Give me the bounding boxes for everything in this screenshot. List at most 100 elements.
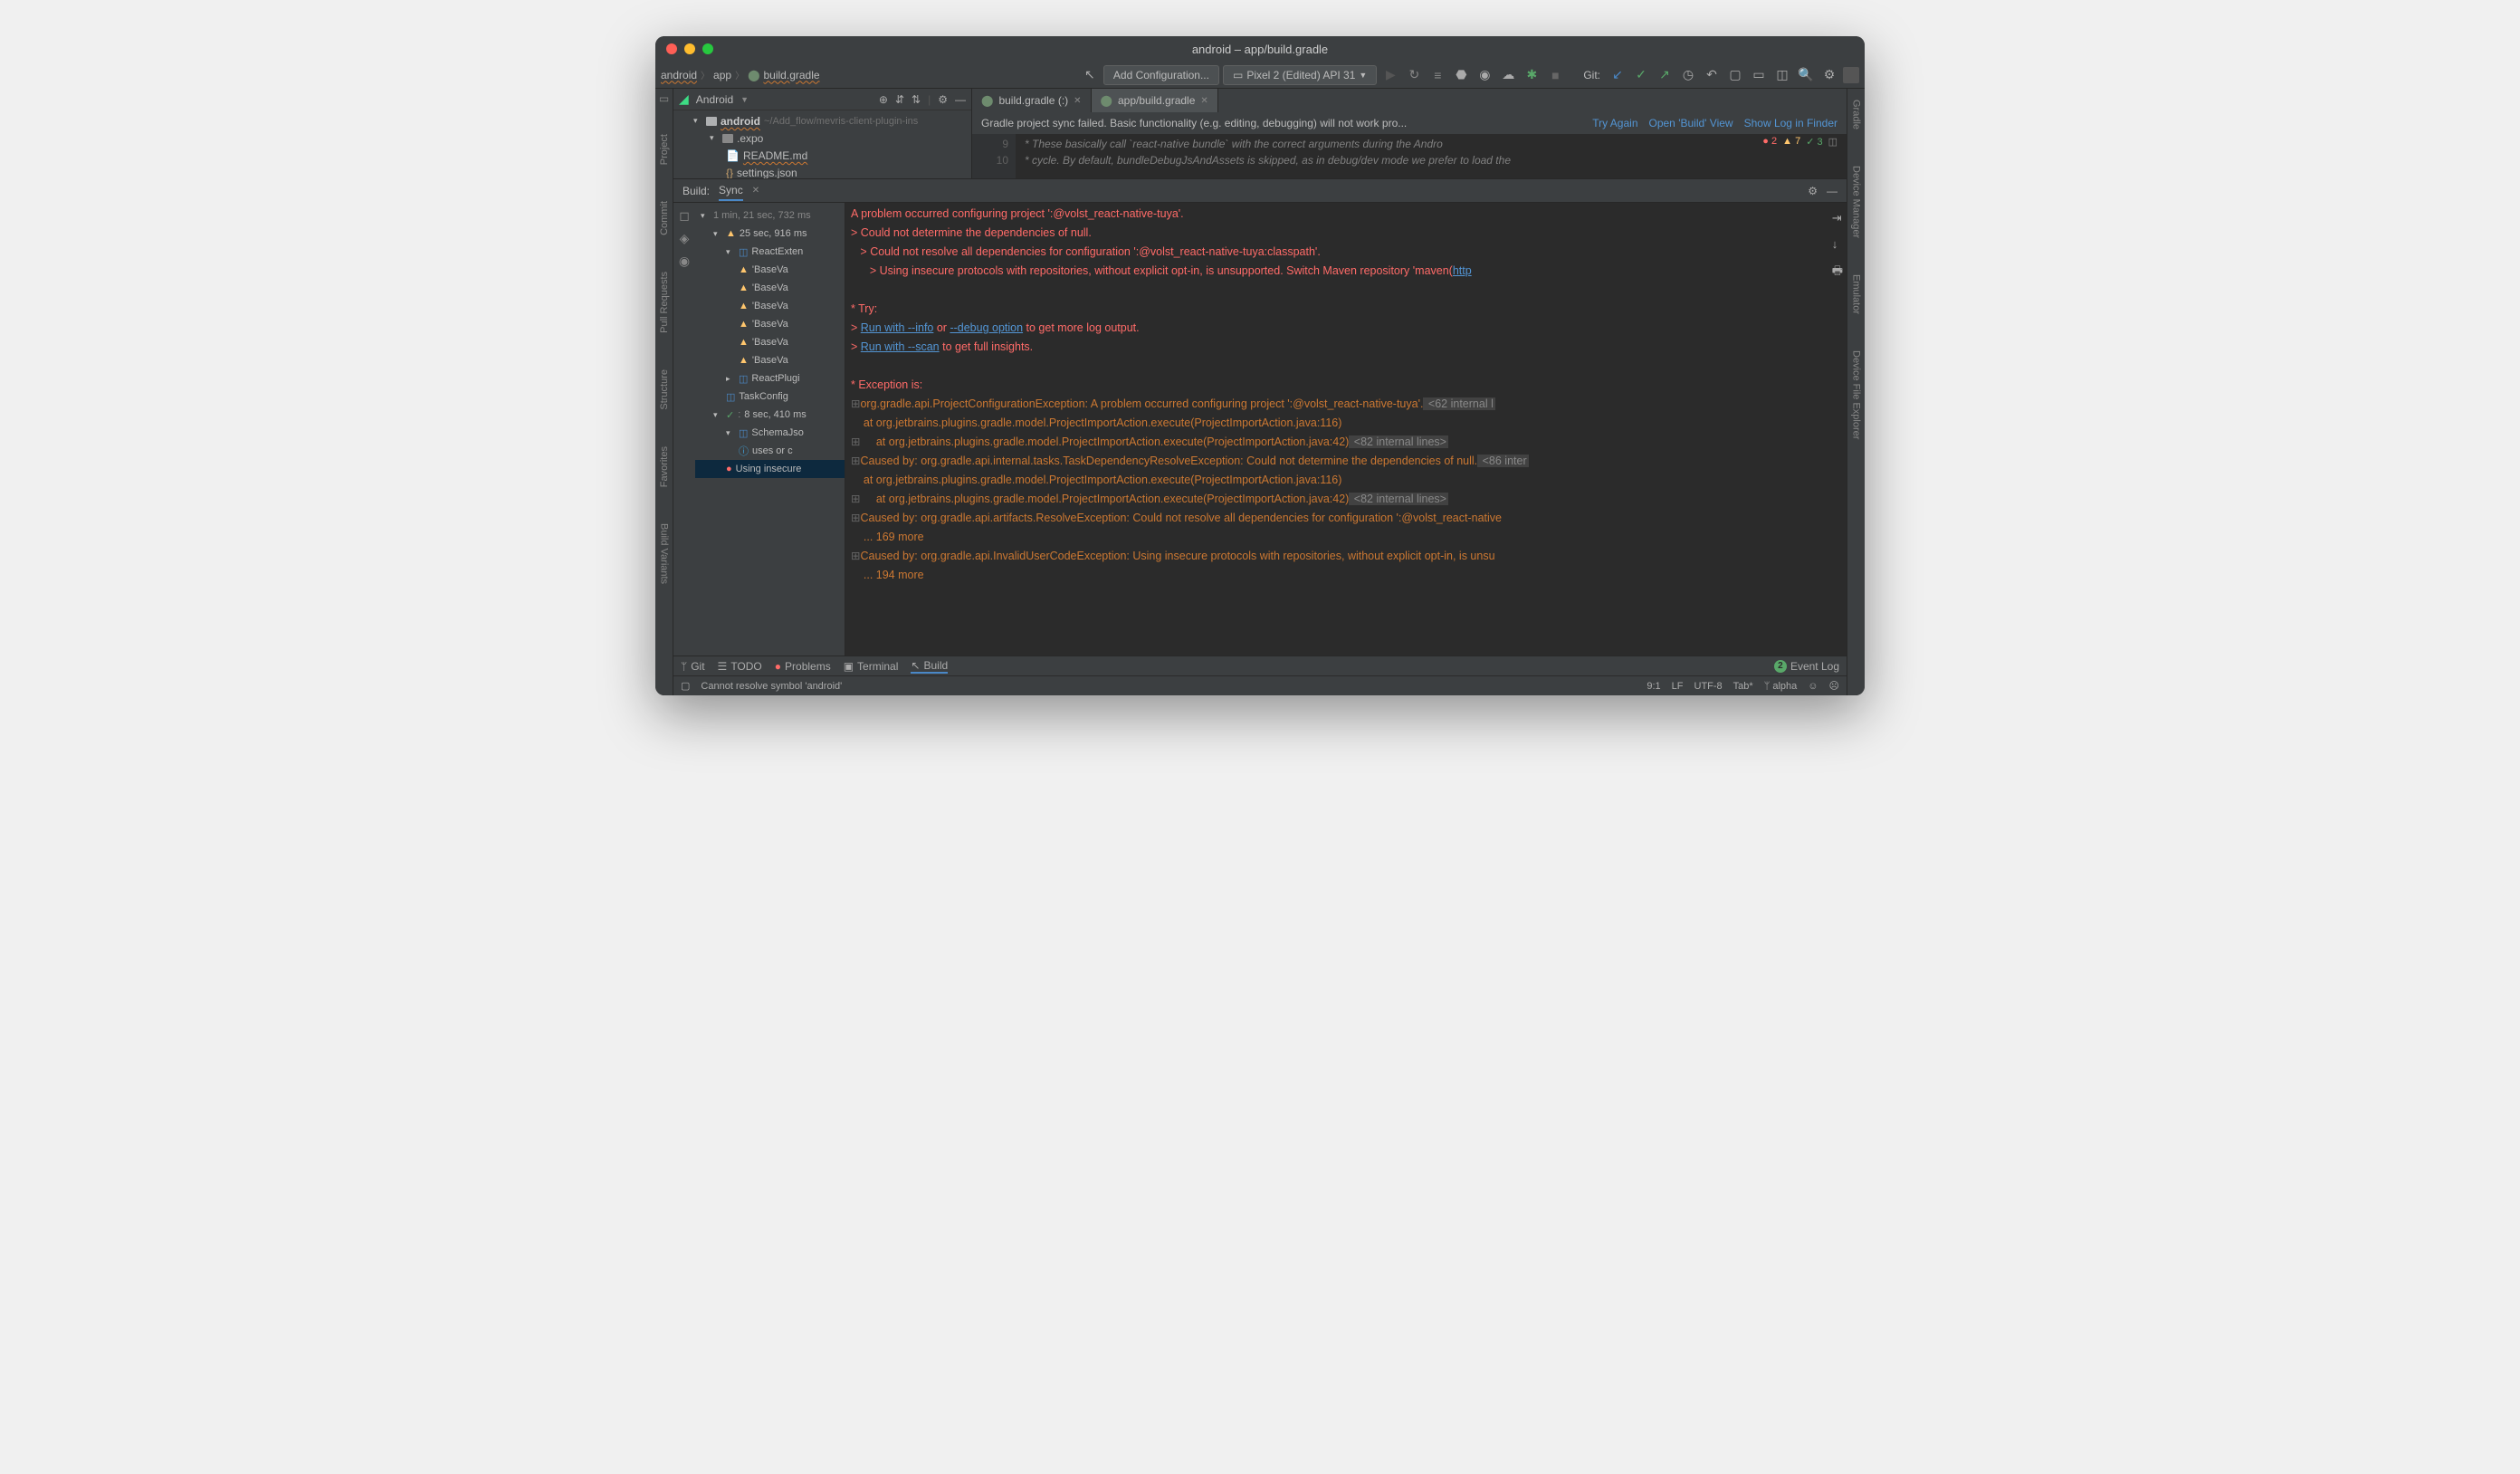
resource-manager-icon[interactable]: ◫ bbox=[1772, 65, 1792, 85]
open-build-view-link[interactable]: Open 'Build' View bbox=[1649, 117, 1733, 129]
error-badge[interactable]: ● 2 bbox=[1762, 136, 1777, 148]
minimize-window-icon[interactable] bbox=[684, 43, 695, 54]
maximize-window-icon[interactable] bbox=[702, 43, 713, 54]
target-icon[interactable]: ⊕ bbox=[879, 93, 888, 106]
readme-file[interactable]: 📄 README.md bbox=[673, 147, 971, 164]
favorites-toolwindow-tab[interactable]: Favorites bbox=[659, 439, 670, 494]
coverage-icon[interactable]: ☁ bbox=[1498, 65, 1518, 85]
build-root[interactable]: ▾1 min, 21 sec, 732 ms bbox=[695, 206, 845, 225]
file-encoding[interactable]: UTF-8 bbox=[1694, 681, 1723, 692]
attach-debugger-icon[interactable]: ⬣ bbox=[1451, 65, 1471, 85]
problems-tab[interactable]: ●Problems bbox=[775, 660, 831, 673]
scroll-to-end-icon[interactable]: ↓ bbox=[1832, 234, 1843, 254]
reader-mode-icon[interactable]: ◫ bbox=[1828, 136, 1838, 148]
react-extension-node[interactable]: ▾◫ReactExten bbox=[695, 243, 845, 261]
indent-setting[interactable]: Tab* bbox=[1733, 681, 1753, 692]
uses-info-node[interactable]: ⓘuses or c bbox=[695, 442, 845, 460]
hide-icon[interactable]: — bbox=[1827, 185, 1838, 197]
breadcrumb[interactable]: android 〉 app 〉 ⬤ build.gradle bbox=[661, 68, 820, 81]
close-icon[interactable]: ✕ bbox=[1074, 96, 1081, 106]
sync-tab[interactable]: Sync bbox=[719, 184, 743, 201]
run-icon[interactable]: ▶ bbox=[1380, 65, 1400, 85]
profiler-icon[interactable]: ◉ bbox=[1475, 65, 1494, 85]
device-manager-toolwindow-tab[interactable]: Device Manager bbox=[1851, 158, 1862, 245]
basevariant-warn[interactable]: ▲'BaseVa bbox=[695, 351, 845, 369]
device-file-explorer-toolwindow-tab[interactable]: Device File Explorer bbox=[1851, 343, 1862, 446]
project-root[interactable]: ▾ android ~/Add_flow/mevris-client-plugi… bbox=[673, 112, 971, 129]
schema-json-node[interactable]: ▾◫SchemaJso bbox=[695, 424, 845, 442]
view-icon[interactable]: ◉ bbox=[679, 254, 690, 269]
settings-file[interactable]: {} settings.json bbox=[673, 164, 971, 178]
gradle-toolwindow-tab[interactable]: Gradle bbox=[1851, 92, 1862, 137]
revert-icon[interactable]: ↶ bbox=[1702, 65, 1722, 85]
pin-icon[interactable]: ◈ bbox=[680, 231, 690, 246]
apply-changes-icon[interactable]: ≡ bbox=[1427, 65, 1447, 85]
close-window-icon[interactable] bbox=[666, 43, 677, 54]
hammer-icon[interactable]: ↖ bbox=[1080, 65, 1100, 85]
tab-build-gradle-root[interactable]: ⬤ build.gradle (:) ✕ bbox=[972, 89, 1092, 112]
react-plugin-node[interactable]: ▸◫ReactPlugi bbox=[695, 369, 845, 388]
add-configuration-button[interactable]: Add Configuration... bbox=[1103, 65, 1219, 85]
insecure-error-node[interactable]: ●Using insecure bbox=[695, 460, 845, 478]
bookmarks-icon[interactable]: ▭ bbox=[659, 92, 669, 105]
terminal-tab[interactable]: ▣Terminal bbox=[844, 660, 899, 673]
git-commit-icon[interactable]: ✓ bbox=[1631, 65, 1651, 85]
git-tab[interactable]: ᛘGit bbox=[681, 660, 705, 673]
sdk-manager-icon[interactable]: ▭ bbox=[1749, 65, 1769, 85]
check-badge[interactable]: ✓ 3 bbox=[1806, 136, 1822, 148]
code-editor[interactable]: 9 10 * These basically call `react-nativ… bbox=[972, 134, 1847, 178]
show-log-link[interactable]: Show Log in Finder bbox=[1744, 117, 1838, 129]
build-tree[interactable]: ▾1 min, 21 sec, 732 ms ▾▲25 sec, 916 ms … bbox=[695, 203, 845, 478]
build-variants-toolwindow-tab[interactable]: Build Variants bbox=[659, 516, 670, 591]
editor-inspection-badges[interactable]: ● 2 ▲ 7 ✓ 3 ◫ bbox=[1762, 136, 1838, 148]
debug-option-link[interactable]: --debug option bbox=[950, 321, 1023, 334]
emulator-toolwindow-tab[interactable]: Emulator bbox=[1851, 267, 1862, 321]
build-output[interactable]: ⇥ ↓ 🖶 A problem occurred configuring pro… bbox=[845, 203, 1847, 656]
close-icon[interactable]: ✕ bbox=[1200, 96, 1208, 106]
pull-requests-toolwindow-tab[interactable]: Pull Requests bbox=[659, 264, 670, 340]
basevariant-warn[interactable]: ▲'BaseVa bbox=[695, 279, 845, 297]
breadcrumb-file[interactable]: build.gradle bbox=[764, 69, 820, 81]
breadcrumb-root[interactable]: android bbox=[661, 69, 697, 81]
warning-badge[interactable]: ▲ 7 bbox=[1782, 136, 1800, 148]
basevariant-warn[interactable]: ▲'BaseVa bbox=[695, 297, 845, 315]
build-node-warn[interactable]: ▾▲25 sec, 916 ms bbox=[695, 225, 845, 243]
basevariant-warn[interactable]: ▲'BaseVa bbox=[695, 261, 845, 279]
search-icon[interactable]: 🔍 bbox=[1796, 65, 1816, 85]
todo-tab[interactable]: ☰TODO bbox=[718, 660, 762, 673]
stop-icon[interactable]: ■ bbox=[1545, 65, 1565, 85]
tab-app-build-gradle[interactable]: ⬤ app/build.gradle ✕ bbox=[1092, 89, 1218, 112]
basevariant-warn[interactable]: ▲'BaseVa bbox=[695, 333, 845, 351]
breadcrumb-app[interactable]: app bbox=[713, 69, 731, 81]
structure-toolwindow-tab[interactable]: Structure bbox=[659, 362, 670, 417]
gear-icon[interactable]: ⚙ bbox=[1808, 185, 1818, 197]
run-scan-link[interactable]: Run with --scan bbox=[861, 340, 940, 353]
git-push-icon[interactable]: ↗ bbox=[1655, 65, 1675, 85]
git-branch[interactable]: ᛘ alpha bbox=[1764, 681, 1798, 692]
project-toolwindow-tab[interactable]: Project bbox=[659, 127, 670, 172]
build-node-ok[interactable]: ▾✓: 8 sec, 410 ms bbox=[695, 406, 845, 424]
http-link[interactable]: http bbox=[1453, 264, 1472, 277]
project-view-selector[interactable]: Android bbox=[696, 93, 733, 106]
rerun-icon[interactable]: ↻ bbox=[1404, 65, 1424, 85]
basevariant-warn[interactable]: ▲'BaseVa bbox=[695, 315, 845, 333]
device-selector[interactable]: ▭ Pixel 2 (Edited) API 31 ▼ bbox=[1223, 65, 1377, 85]
build-tab[interactable]: ↖Build bbox=[911, 659, 948, 674]
debug-icon[interactable]: ✱ bbox=[1522, 65, 1542, 85]
commit-toolwindow-tab[interactable]: Commit bbox=[659, 194, 670, 243]
caret-position[interactable]: 9:1 bbox=[1647, 681, 1660, 692]
avatar-icon[interactable] bbox=[1843, 67, 1859, 83]
collapse-icon[interactable]: ⇅ bbox=[912, 93, 921, 106]
expo-folder[interactable]: ▾ .expo bbox=[673, 129, 971, 147]
task-config-node[interactable]: ◫TaskConfig bbox=[695, 388, 845, 406]
toolwindows-icon[interactable]: ▢ bbox=[681, 680, 690, 692]
code-content[interactable]: * These basically call `react-native bun… bbox=[1016, 134, 1847, 178]
close-tab-icon[interactable]: ✕ bbox=[752, 186, 759, 196]
print-icon[interactable]: 🖶 bbox=[1832, 261, 1843, 280]
soft-wrap-icon[interactable]: ⇥ bbox=[1832, 208, 1843, 227]
feedback-icon[interactable]: ☹ bbox=[1829, 680, 1839, 692]
project-tree[interactable]: ▾ android ~/Add_flow/mevris-client-plugi… bbox=[673, 110, 971, 178]
restart-icon[interactable]: ◻ bbox=[679, 208, 690, 224]
history-icon[interactable]: ◷ bbox=[1678, 65, 1698, 85]
try-again-link[interactable]: Try Again bbox=[1592, 117, 1637, 129]
